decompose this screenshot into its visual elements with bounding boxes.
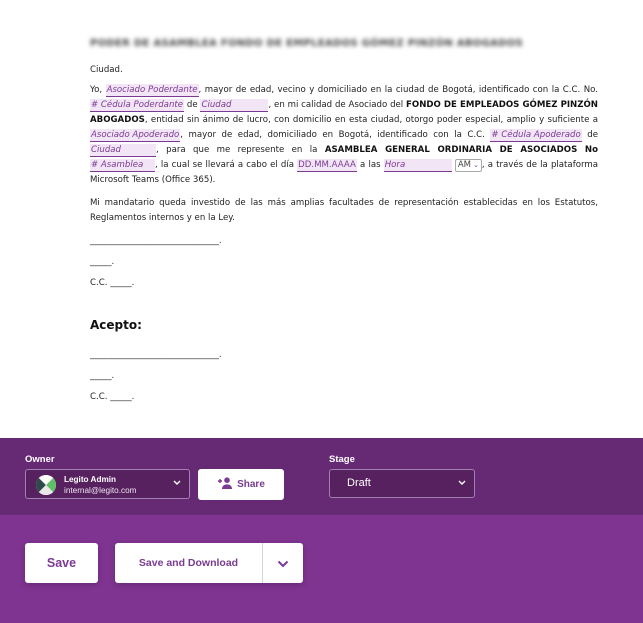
field-fecha[interactable]: DD.MM.AAAA: [297, 159, 357, 172]
save-button[interactable]: Save: [25, 543, 98, 583]
signature-line-poderdante: ______________________________.: [90, 236, 222, 246]
text: de: [581, 130, 598, 140]
field-hora[interactable]: Hora: [383, 159, 452, 172]
text: , la cual se llevará a cabo el día: [155, 160, 298, 170]
stage-label: Stage: [329, 454, 355, 465]
text: , mayor de edad, vecino y domiciliado en…: [198, 85, 598, 95]
text: , para que me represente en la: [156, 145, 325, 155]
chevron-down-icon: [458, 479, 466, 488]
owner-select[interactable]: Legito Admin internal@legito.com: [25, 469, 190, 499]
ampm-select[interactable]: AM ⌄: [454, 159, 482, 172]
paragraph-faculties: Mi mandatario queda investido de las más…: [90, 198, 598, 223]
add-user-icon: [217, 477, 233, 492]
text: a las: [356, 160, 384, 170]
share-button[interactable]: Share: [198, 469, 284, 500]
download-options-dropdown[interactable]: [263, 543, 303, 583]
signature-cc-poderdante: C.C. _____.: [90, 278, 135, 288]
text: , en mi calidad de Asociado del: [268, 100, 407, 110]
signature-line-apoderado: ______________________________.: [90, 350, 222, 360]
field-cedula-poderdante[interactable]: # Cédula Poderdante: [90, 99, 185, 112]
field-cedula-apoderado[interactable]: # Cédula Apoderado: [490, 129, 582, 142]
stage-select[interactable]: Draft: [329, 469, 475, 498]
field-asociado-apoderado[interactable]: Asociado Apoderado: [90, 129, 181, 142]
paragraph-mandate: Yo, Asociado Poderdante, mayor de edad, …: [90, 83, 598, 188]
save-and-download-group: Save and Download: [115, 543, 303, 583]
field-numero-asamblea[interactable]: # Asamblea: [90, 159, 155, 172]
signature-name-poderdante: _____.: [90, 257, 115, 267]
text: de: [184, 100, 201, 110]
field-ciudad-apoderado[interactable]: Ciudad: [90, 144, 156, 157]
asamblea-name: ASAMBLEA GENERAL ORDINARIA DE ASOCIADOS …: [324, 145, 599, 155]
signature-name-apoderado: _____.: [90, 371, 115, 381]
save-and-download-button[interactable]: Save and Download: [115, 543, 262, 583]
acepto-heading: Acepto:: [90, 318, 142, 332]
owner-email: internal@legito.com: [64, 486, 137, 495]
field-ciudad-poderdante[interactable]: Ciudad: [200, 99, 269, 112]
stage-value: Draft: [347, 477, 371, 489]
text: , mayor de edad, domiciliado en Bogotá, …: [180, 130, 491, 140]
ampm-value: AM: [457, 160, 471, 170]
signature-cc-apoderado: C.C. _____.: [90, 392, 135, 402]
owner-name: Legito Admin: [64, 475, 116, 484]
chevron-down-icon: [173, 479, 181, 488]
avatar: [36, 475, 56, 495]
city-line: Ciudad.: [90, 65, 123, 75]
document-title-blurred: PODER DE ASAMBLEA FONDO DE EMPLEADOS GÓM…: [90, 38, 524, 49]
share-label: Share: [237, 479, 265, 490]
field-asociado-poderdante[interactable]: Asociado Poderdante: [105, 84, 199, 97]
chevron-down-icon: [277, 556, 289, 571]
text: Yo,: [90, 85, 106, 95]
owner-label: Owner: [25, 454, 55, 465]
text: , entidad sin ánimo de lucro, con domici…: [144, 115, 598, 125]
chevron-down-icon: ⌄: [473, 161, 479, 169]
